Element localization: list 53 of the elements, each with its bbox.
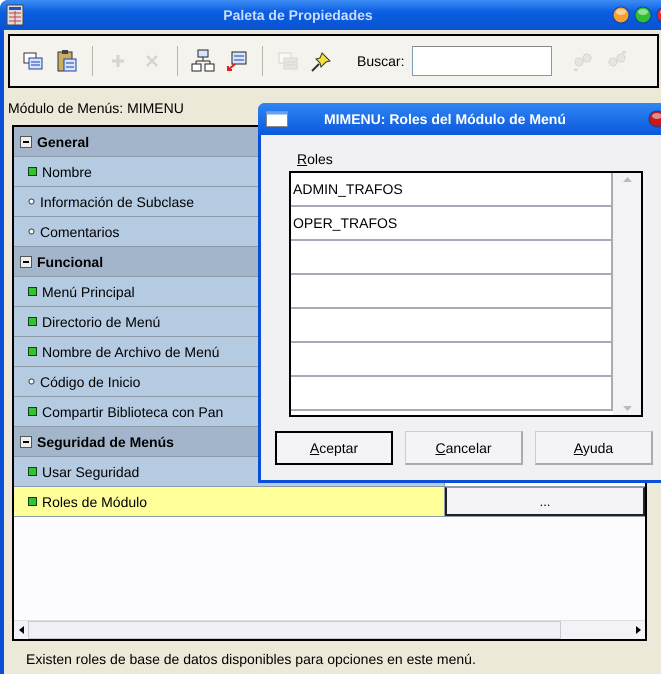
- dialog-button[interactable]: Aceptar: [275, 431, 393, 465]
- status-text: Existen roles de base de datos disponibles para opciones en este menú.: [26, 651, 477, 667]
- group-name: Funcional: [37, 254, 104, 270]
- copy-icon: [277, 50, 299, 72]
- role-field[interactable]: [291, 377, 613, 411]
- app-icon: [6, 4, 24, 26]
- property-name: Compartir Biblioteca con Pan: [42, 404, 224, 420]
- property-name: Nombre de Archivo de Menú: [42, 344, 220, 360]
- collapse-icon: [20, 436, 32, 448]
- copy-icon: [22, 50, 44, 72]
- arrow-form-icon: [226, 50, 248, 72]
- close-button[interactable]: [648, 110, 661, 128]
- group-name: General: [37, 134, 90, 150]
- collapse-icon: [20, 256, 32, 268]
- property-name: Información de Subclase: [40, 194, 194, 210]
- hierarchy-icon: [191, 49, 215, 73]
- scrollbar-thumb[interactable]: [28, 621, 561, 639]
- role-field[interactable]: [291, 275, 613, 309]
- plus-icon: [111, 54, 125, 68]
- object-label: Módulo de Menús: MIMENU: [8, 100, 184, 118]
- role-field[interactable]: [291, 309, 613, 343]
- dialog-title: MIMENU: Roles del Módulo de Menú: [324, 111, 566, 127]
- search-field[interactable]: [412, 46, 552, 76]
- property-name: Menú Principal: [42, 284, 135, 300]
- clipboard-icon: [56, 49, 78, 73]
- property-name: Comentarios: [40, 224, 120, 240]
- scroll-down-icon: [622, 406, 632, 411]
- property-name: Roles de Módulo: [42, 494, 148, 510]
- property-name: Directorio de Menú: [42, 314, 160, 330]
- group-name: Seguridad de Menús: [37, 434, 174, 450]
- window-icon: [266, 111, 288, 127]
- left-arrow-icon: [18, 626, 24, 634]
- list-label: Roles: [297, 151, 334, 167]
- close-icon: [146, 55, 158, 67]
- toolbar-button[interactable]: [190, 48, 216, 74]
- property-name: Usar Seguridad: [42, 464, 140, 480]
- property-row[interactable]: Roles de Módulo ...: [14, 487, 645, 517]
- ellipsis-button[interactable]: ...: [445, 487, 645, 516]
- right-arrow-icon: [636, 626, 640, 634]
- collapse-icon: [20, 136, 32, 148]
- role-field[interactable]: [291, 241, 613, 275]
- window-title: Paleta de Propiedades: [222, 7, 374, 23]
- property-name: Código de Inicio: [40, 374, 140, 390]
- role-field[interactable]: OPER_TRAFOS: [291, 207, 613, 241]
- scroll-up-icon: [622, 177, 632, 182]
- minimize-button[interactable]: [612, 6, 630, 24]
- property-name: Nombre: [42, 164, 92, 180]
- role-field[interactable]: ADMIN_TRAFOS: [291, 173, 613, 207]
- dialog-button[interactable]: Cancelar: [405, 431, 523, 465]
- search-label: Buscar:: [357, 53, 404, 69]
- role-field[interactable]: [291, 343, 613, 377]
- dialog-button[interactable]: Ayuda: [535, 431, 653, 465]
- maximize-button[interactable]: [634, 6, 652, 24]
